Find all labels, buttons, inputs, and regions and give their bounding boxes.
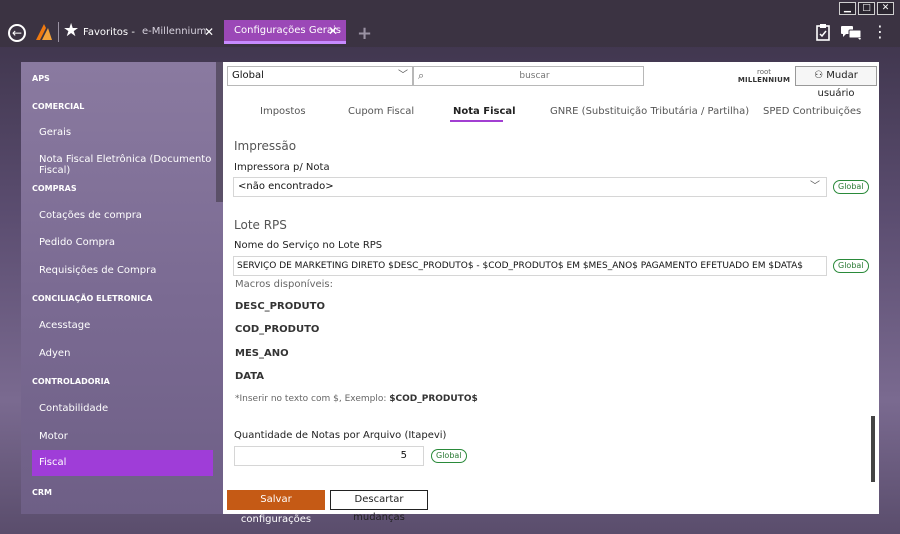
close-icon[interactable]: ✕ [204, 20, 214, 44]
sidebar-item-requisicoes-de-compra[interactable]: Requisições de Compra [21, 265, 216, 276]
users-icon: ⚇ [814, 70, 824, 81]
tab-label: Configurações Gerais [234, 25, 341, 36]
back-arrow-icon[interactable]: ← [8, 24, 26, 42]
favorites-menu[interactable]: Favoritos - [83, 27, 135, 38]
sidebar-item-acesstage[interactable]: Acesstage [21, 320, 216, 331]
sidebar-item-pedido-compra[interactable]: Pedido Compra [21, 237, 216, 248]
millennium-logo-icon [36, 24, 52, 40]
service-name-input[interactable]: SERVIÇO DE MARKETING DIRETO $DESC_PRODUT… [233, 256, 827, 276]
sidebar-item-gerais[interactable]: Gerais [21, 127, 216, 138]
scope-select-value: Global [232, 70, 264, 81]
tab-impostos[interactable]: Impostos [260, 106, 306, 117]
tab-e-millennium[interactable]: e-Millennium ✕ [134, 20, 222, 44]
chevron-down-icon: ﹀ [398, 70, 408, 81]
service-name-label: Nome do Serviço no Lote RPS [234, 240, 383, 251]
sidebar-item-fiscal[interactable]: Fiscal [32, 450, 213, 476]
chat-icon[interactable] [840, 24, 862, 40]
global-badge[interactable]: Global [833, 259, 869, 273]
user-login: root [756, 68, 772, 76]
switch-user-button[interactable]: ⚇ Mudar usuário [795, 66, 877, 99]
sidebar-scrollbar[interactable] [216, 62, 223, 202]
sidebar-item-cotacoes-de-compra[interactable]: Cotações de compra [21, 210, 216, 221]
sidebar-item-motor[interactable]: Motor [21, 431, 216, 442]
title-bar: ▁ □ ✕ ← ★ Favoritos - e-Millennium ✕ Con… [0, 0, 900, 47]
active-tab-indicator [450, 120, 503, 122]
section-title-lote-rps: Lote RPS [234, 218, 287, 232]
tab-gnre[interactable]: GNRE (Substituição Tributária / Partilha… [550, 106, 749, 117]
add-tab-button[interactable]: + [357, 25, 372, 43]
macro-cod-produto: COD_PRODUTO [235, 324, 320, 335]
save-settings-button[interactable]: Salvar configurações [227, 490, 325, 525]
tab-sped-contribuicoes[interactable]: SPED Contribuições [763, 106, 861, 117]
main-panel: Global ﹀ ⌕ root MILLENNIUM ⚇ Mudar usuár… [223, 62, 879, 525]
sidebar-item-contabilidade[interactable]: Contabilidade [21, 403, 216, 414]
tab-nota-fiscal[interactable]: Nota Fiscal [453, 106, 516, 117]
hint-example: $COD_PRODUTO$ [389, 394, 478, 404]
search-input[interactable] [432, 68, 637, 84]
window-controls: ▁ □ ✕ [839, 2, 894, 15]
maximize-button[interactable]: □ [858, 2, 875, 15]
macro-hint: *Inserir no texto com $, Exemplo: $COD_P… [235, 394, 478, 404]
search-box: ⌕ [413, 66, 644, 86]
printer-select-value: <não encontrado> [238, 181, 334, 192]
search-icon: ⌕ [418, 69, 425, 82]
macro-data: DATA [235, 371, 265, 382]
sidebar-item-adyen[interactable]: Adyen [21, 348, 216, 359]
settings-content: Impressão Impressora p/ Nota <não encont… [223, 126, 879, 486]
global-badge[interactable]: Global [833, 180, 869, 194]
switch-user-label: Mudar usuário [817, 70, 858, 99]
hint-text: *Inserir no texto com $, Exemplo: [235, 394, 390, 404]
content-scrollbar[interactable] [871, 416, 875, 482]
sidebar-header-aps[interactable]: APS [21, 74, 216, 83]
settings-tabs: Impostos Cupom Fiscal Nota Fiscal GNRE (… [223, 102, 879, 126]
toolbar-icons: ⋮ [816, 22, 888, 42]
close-icon[interactable]: ✕ [328, 20, 338, 42]
close-window-button[interactable]: ✕ [877, 2, 894, 15]
sidebar-header-controladoria: CONTROLADORIA [32, 377, 110, 386]
clipboard-icon[interactable] [816, 23, 830, 41]
tab-configuracoes-gerais[interactable]: Configurações Gerais ✕ [224, 20, 346, 44]
printer-select[interactable]: <não encontrado> ﹀ [233, 177, 827, 197]
divider [58, 22, 59, 42]
qty-notes-input[interactable]: 5 [234, 446, 424, 466]
current-user: root MILLENNIUM [735, 68, 793, 84]
more-vertical-icon[interactable]: ⋮ [872, 22, 888, 42]
macros-label: Macros disponíveis: [235, 279, 333, 290]
minimize-button[interactable]: ▁ [839, 2, 856, 15]
macro-mes-ano: MES_ANO [235, 348, 289, 359]
tab-cupom-fiscal[interactable]: Cupom Fiscal [348, 106, 414, 117]
discard-changes-button[interactable]: Descartar mudanças [330, 490, 428, 523]
global-badge[interactable]: Global [431, 449, 467, 463]
sidebar-header-comercial: COMERCIAL [32, 102, 85, 111]
sidebar-header-crm: CRM [32, 488, 52, 497]
tab-label: e-Millennium [142, 26, 207, 37]
sidebar-item-nota-fiscal-eletronica[interactable]: Nota Fiscal Eletrônica (Documento Fiscal… [21, 154, 216, 176]
section-title-impressao: Impressão [234, 139, 297, 153]
main-topbar: Global ﹀ ⌕ root MILLENNIUM ⚇ Mudar usuár… [223, 62, 879, 99]
printer-label: Impressora p/ Nota [234, 162, 330, 173]
user-environment: MILLENNIUM [737, 76, 791, 84]
sidebar-header-compras: COMPRAS [32, 184, 77, 193]
sidebar-header-conciliacao-eletronica: CONCILIAÇÃO ELETRONICA [32, 294, 153, 303]
macro-desc-produto: DESC_PRODUTO [235, 301, 325, 312]
qty-notes-label: Quantidade de Notas por Arquivo (Itapevi… [234, 430, 447, 441]
sidebar: APS COMERCIAL Gerais Nota Fiscal Eletrôn… [21, 62, 223, 514]
star-icon[interactable]: ★ [63, 21, 79, 41]
scope-select[interactable]: Global ﹀ [227, 66, 413, 86]
chevron-down-icon: ﹀ [810, 181, 820, 192]
